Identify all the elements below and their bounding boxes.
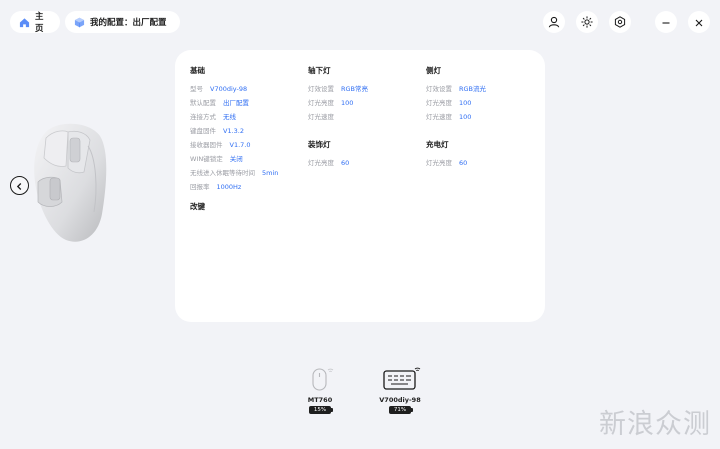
deco-light-section-title: 装饰灯: [308, 140, 331, 149]
info-value[interactable]: 5min: [262, 169, 278, 177]
info-key: 灯光速度: [308, 113, 334, 121]
mouse-icon: [305, 368, 335, 396]
info-value[interactable]: 100: [341, 99, 353, 107]
info-key: 连接方式: [190, 113, 216, 121]
device-name: V700diy-98: [379, 396, 421, 404]
info-value[interactable]: V700diy-98: [210, 85, 247, 93]
info-row-sleep-time: 无线进入休眠等待时间 5min: [190, 167, 278, 177]
side-light-section-title: 侧灯: [426, 66, 441, 75]
info-key: 灯光亮度: [426, 159, 452, 167]
info-key: 灯光亮度: [426, 99, 452, 107]
info-key: 灯光亮度: [308, 159, 334, 167]
info-key: 无线进入休眠等待时间: [190, 169, 255, 177]
info-row-receiver-firmware: 接收器固件 V1.7.0: [190, 139, 251, 149]
info-value[interactable]: 100: [459, 99, 471, 107]
minimize-button[interactable]: [655, 11, 677, 33]
info-value[interactable]: RGB常亮: [341, 85, 368, 93]
settings-button[interactable]: [609, 11, 631, 33]
info-key: 灯效设置: [308, 85, 334, 93]
info-key: 默认配置: [190, 99, 216, 107]
keyboard-icon: [378, 367, 422, 396]
minimize-icon: [661, 13, 671, 32]
info-key: 接收器固件: [190, 141, 223, 149]
info-value[interactable]: 无线: [223, 113, 236, 121]
home-tab-label: 主页: [35, 12, 44, 34]
info-value[interactable]: 100: [459, 113, 471, 121]
hexagon-settings-icon: [614, 13, 626, 32]
home-tab[interactable]: 主页: [10, 11, 60, 34]
info-row-model: 型号 V700diy-98: [190, 83, 247, 93]
under-light-effect-row: 灯效设置 RGB常亮: [308, 83, 368, 93]
info-row-keyboard-firmware: 键盘固件 V1.3.2: [190, 125, 244, 135]
charge-light-brightness-row: 灯光亮度 60: [426, 157, 467, 167]
config-tab-label: 我的配置：出厂配置: [90, 18, 167, 28]
user-icon: [548, 13, 560, 32]
deco-light-brightness-row: 灯光亮度 60: [308, 157, 349, 167]
device-name: MT760: [307, 396, 333, 404]
info-value[interactable]: V1.7.0: [230, 141, 251, 149]
chevron-left-icon: [15, 176, 24, 195]
user-button[interactable]: [543, 11, 565, 33]
info-value[interactable]: RGB流光: [459, 85, 486, 93]
device-info-card: 基础 型号 V700diy-98 默认配置 出厂配置 连接方式 无线 键盘固件 V1.3…: [175, 50, 545, 322]
cube-icon: [74, 17, 85, 28]
info-row-connection: 连接方式 无线: [190, 111, 236, 121]
watermark: 新浪众测: [599, 409, 711, 440]
info-key: 灯光亮度: [308, 99, 334, 107]
back-button[interactable]: [10, 176, 29, 195]
info-row-default-config: 默认配置 出厂配置: [190, 97, 249, 107]
remap-section-title[interactable]: 改键: [190, 201, 205, 212]
info-value[interactable]: 60: [459, 159, 467, 167]
device-keyboard[interactable]: V700diy-98 71%: [378, 366, 422, 414]
under-light-speed-row: 灯光速度: [308, 111, 341, 121]
info-key: 灯光速度: [426, 113, 452, 121]
close-button[interactable]: [688, 11, 710, 33]
info-value[interactable]: 出厂配置: [223, 99, 249, 107]
battery-badge: 71%: [389, 406, 413, 414]
battery-badge: 15%: [309, 406, 333, 414]
info-value[interactable]: 1000Hz: [217, 183, 242, 191]
info-key: 键盘固件: [190, 127, 216, 135]
config-tab[interactable]: 我的配置：出厂配置: [65, 11, 180, 33]
under-light-brightness-row: 灯光亮度 100: [308, 97, 353, 107]
close-icon: [694, 13, 704, 32]
under-light-section-title: 轴下灯: [308, 66, 331, 75]
info-row-win-lock: WIN键锁定 关闭: [190, 153, 243, 163]
info-key: 灯效设置: [426, 85, 452, 93]
brightness-button[interactable]: [576, 11, 598, 33]
device-mouse[interactable]: MT760 15%: [304, 366, 336, 414]
side-light-effect-row: 灯效设置 RGB流光: [426, 83, 486, 93]
info-key: 回报率: [190, 183, 210, 191]
home-icon: [19, 17, 30, 28]
info-row-polling-rate: 回报率 1000Hz: [190, 181, 241, 191]
charge-light-section-title: 充电灯: [426, 140, 449, 149]
info-value[interactable]: 60: [341, 159, 349, 167]
info-value[interactable]: V1.3.2: [223, 127, 244, 135]
basic-section-title: 基础: [190, 66, 205, 75]
side-light-brightness-row: 灯光亮度 100: [426, 97, 471, 107]
info-value[interactable]: 关闭: [230, 155, 243, 163]
info-key: 型号: [190, 85, 203, 93]
info-key: WIN键锁定: [190, 155, 223, 163]
sun-icon: [581, 13, 593, 32]
side-light-speed-row: 灯光速度 100: [426, 111, 471, 121]
mouse-product-image: [28, 118, 123, 248]
